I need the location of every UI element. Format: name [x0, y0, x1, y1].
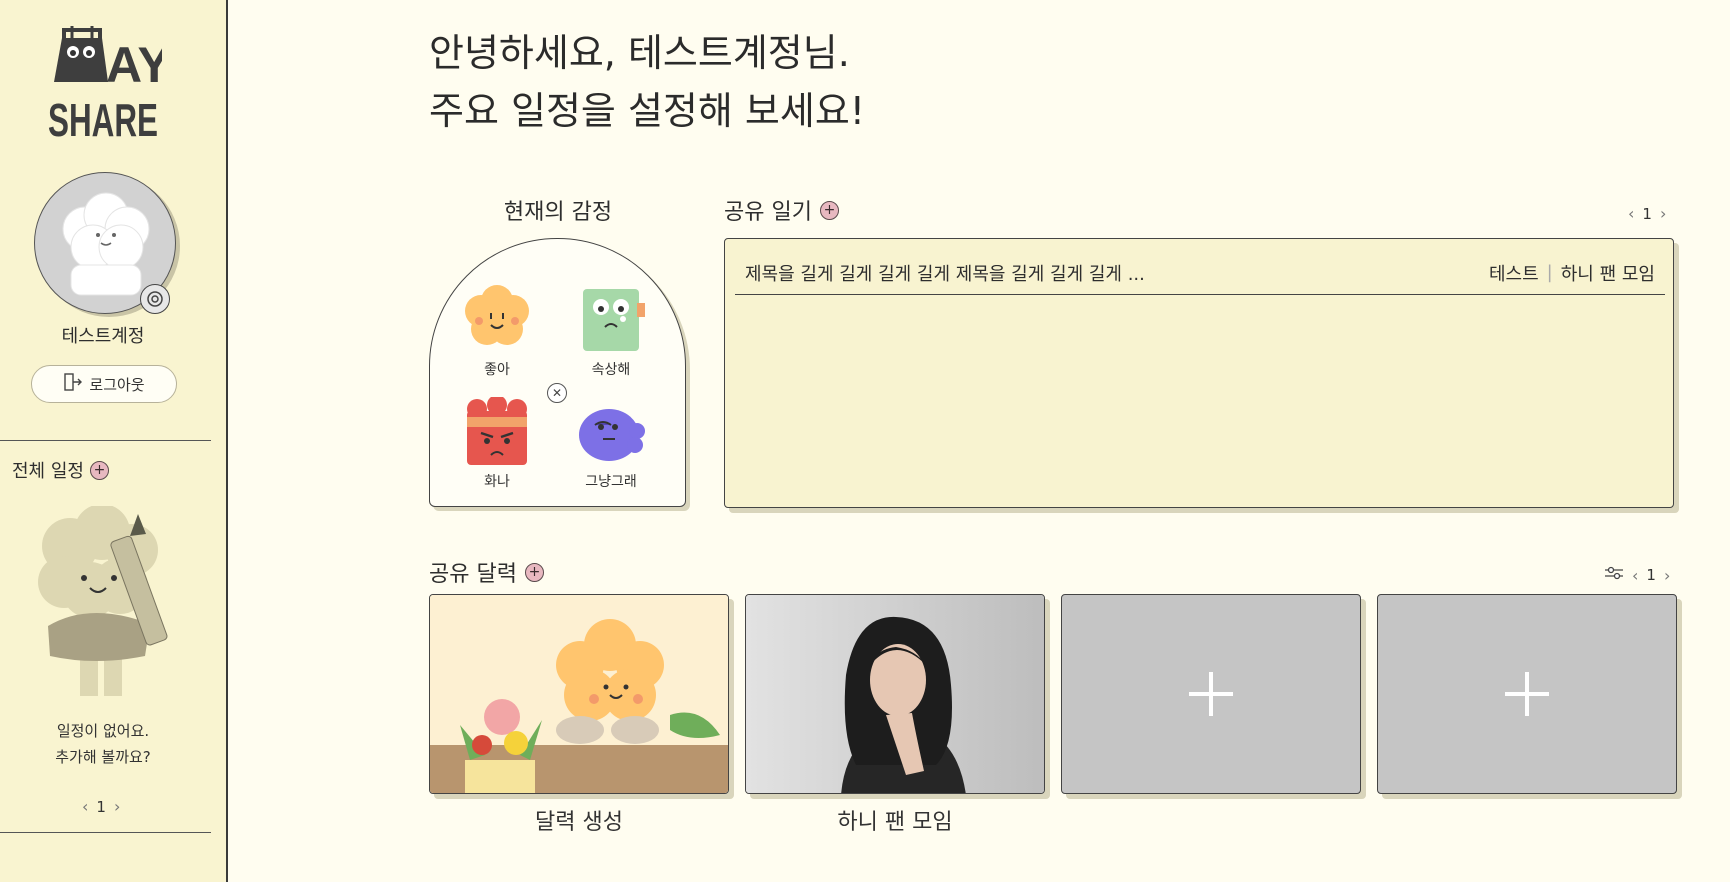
sad-notebook-icon: [583, 289, 645, 351]
angry-box-icon: [467, 397, 527, 465]
schedule-pager: ‹ 1 ›: [82, 797, 120, 816]
calendar-pager: ‹ 1 ›: [1632, 566, 1670, 585]
sidebar: AY SHARE 테스트계정 로그아웃 전체 일정 + 일정이 없어요. 추가해…: [0, 0, 228, 882]
sidebar-divider-bottom: [0, 832, 211, 833]
page-number: 1: [1642, 204, 1652, 223]
calendar-illustration-image: [430, 595, 728, 793]
schedule-section-header: 전체 일정 +: [12, 457, 109, 483]
divider: |: [1546, 262, 1553, 283]
add-plus-icon: [1189, 672, 1233, 716]
logout-door-icon: [63, 373, 83, 395]
emotion-label: 화나: [484, 474, 510, 490]
calendar-card-create[interactable]: [429, 594, 729, 794]
greeting-line-1: 안녕하세요, 테스트계정님.: [429, 31, 850, 75]
prev-page-icon[interactable]: ‹: [82, 797, 88, 816]
username: 테스트계정: [61, 326, 145, 347]
next-page-icon[interactable]: ›: [114, 797, 120, 816]
emotion-card: 좋아 속상해 ✕ 화나 그냥그래: [429, 238, 686, 507]
greeting-line-2: 주요 일정을 설정해 보세요!: [429, 89, 866, 133]
svg-text:AY: AY: [106, 37, 162, 93]
calendar-card-add[interactable]: [1061, 594, 1361, 794]
diary-card: 제목을 길게 길게 길게 길게 제목을 길게 길게 길게 ... 테스트 | 하…: [724, 238, 1674, 508]
empty-line-2: 추가해 볼까요?: [55, 748, 151, 766]
happy-flower-icon: [465, 285, 529, 345]
empty-schedule-message: 일정이 없어요. 추가해 볼까요?: [0, 718, 206, 770]
logout-button[interactable]: 로그아웃: [31, 365, 177, 403]
greeting: 안녕하세요, 테스트계정님. 주요 일정을 설정해 보세요!: [429, 24, 865, 140]
add-schedule-icon[interactable]: +: [89, 460, 109, 480]
emotion-label: 그냥그래: [585, 474, 637, 490]
emotion-meh[interactable]: 그냥그래: [556, 397, 666, 491]
diary-title: 공유 일기: [724, 200, 812, 225]
calendar-section-header: 공유 달력 +: [429, 556, 544, 588]
diary-entry-group: 하니 팬 모임: [1560, 263, 1655, 285]
diary-entry-title: 제목을 길게 길게 길게 길게 제목을 길게 길게 길게 ...: [745, 263, 1145, 285]
empty-line-1: 일정이 없어요.: [56, 722, 150, 740]
filter-sliders-icon[interactable]: [1604, 565, 1624, 585]
add-plus-icon: [1505, 672, 1549, 716]
next-page-icon[interactable]: ›: [1664, 566, 1670, 585]
calendar-card-add[interactable]: [1377, 594, 1677, 794]
calendar-card-label: 달력 생성: [535, 810, 623, 835]
calendar-card-label: 하니 팬 모임: [837, 810, 953, 835]
calendar-card-photo[interactable]: [745, 594, 1045, 794]
sidebar-divider-top: [0, 440, 211, 441]
emotion-label: 속상해: [591, 362, 631, 378]
meh-blob-icon: [579, 409, 645, 461]
dayshare-logo[interactable]: AY SHARE: [46, 24, 171, 146]
prev-page-icon[interactable]: ‹: [1632, 566, 1638, 585]
svg-text:SHARE: SHARE: [48, 94, 158, 140]
group-photo-image: [746, 595, 1044, 793]
next-page-icon[interactable]: ›: [1660, 204, 1666, 223]
logout-label: 로그아웃: [89, 375, 145, 394]
page-number: 1: [1646, 566, 1656, 584]
diary-entry-meta: 테스트 | 하니 팬 모임: [1489, 260, 1655, 286]
emotion-sad[interactable]: 속상해: [556, 285, 666, 379]
add-calendar-icon[interactable]: +: [524, 562, 544, 582]
profile-avatar-wrap: [34, 172, 176, 314]
calendar-tools: ‹ 1 ›: [1604, 565, 1670, 585]
diary-section-header: 공유 일기 +: [724, 194, 839, 226]
page-number: 1: [96, 797, 106, 816]
diary-pager: ‹ 1 ›: [1628, 204, 1666, 223]
empty-schedule-illustration: [20, 504, 190, 706]
emotion-happy[interactable]: 좋아: [442, 285, 552, 379]
schedule-title: 전체 일정: [12, 461, 84, 482]
emotion-title: 현재의 감정: [503, 200, 613, 225]
diary-entry-author: 테스트: [1488, 263, 1539, 285]
diary-entry[interactable]: 제목을 길게 길게 길게 길게 제목을 길게 길게 길게 ... 테스트 | 하…: [735, 251, 1665, 295]
calendar-title: 공유 달력: [429, 562, 517, 587]
prev-page-icon[interactable]: ‹: [1628, 204, 1634, 223]
emotion-angry[interactable]: 화나: [442, 397, 552, 491]
add-diary-icon[interactable]: +: [819, 200, 839, 220]
emotion-label: 좋아: [484, 362, 510, 378]
profile-settings-icon[interactable]: [140, 284, 170, 314]
